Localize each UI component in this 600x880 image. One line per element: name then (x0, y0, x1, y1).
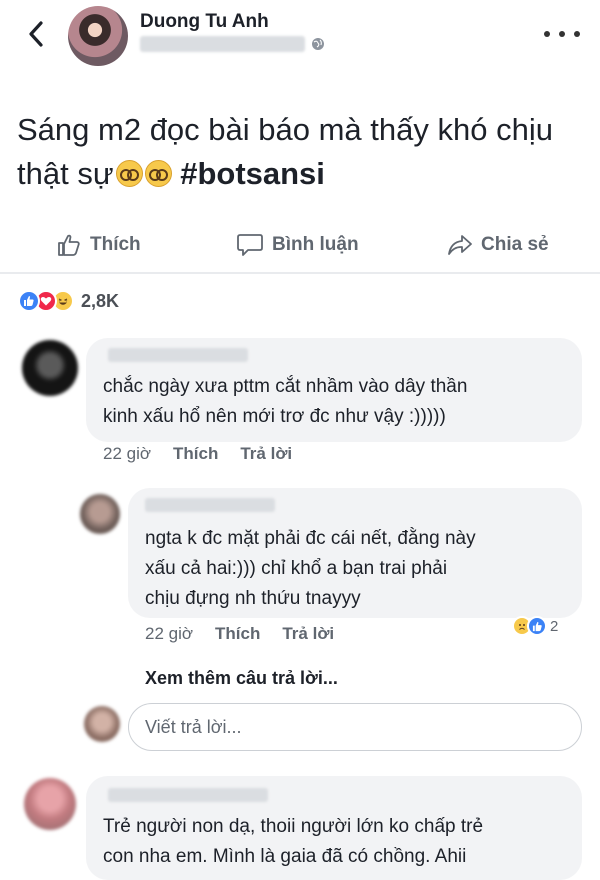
post-action-bar: Thích Bình luận Chia sẻ (0, 226, 600, 270)
more-options-button[interactable] (544, 22, 580, 46)
like-icon (527, 616, 547, 636)
reaction-count: 2,8K (81, 290, 120, 311)
commenter-avatar[interactable] (80, 494, 120, 534)
share-button[interactable]: Chia sẻ (447, 232, 549, 258)
comment-like-button[interactable]: Thích (215, 624, 260, 644)
globe-icon (312, 38, 324, 50)
comment-bubble-icon (237, 234, 263, 256)
post-header: Duong Tu Anh (0, 0, 600, 72)
nerd-face-emoji-icon (144, 160, 172, 187)
section-divider (0, 272, 600, 274)
share-button-label: Chia sẻ (481, 234, 549, 255)
comment-button[interactable]: Bình luận (236, 232, 359, 258)
author-avatar[interactable] (68, 6, 128, 66)
commenter-name-blurred[interactable] (108, 348, 248, 362)
like-icon (18, 290, 40, 312)
like-button-label: Thích (90, 234, 141, 255)
commenter-name-blurred[interactable] (145, 498, 275, 512)
author-name[interactable]: Duong Tu Anh (140, 11, 269, 33)
nerd-face-emoji-icon (115, 160, 143, 187)
comment-like-button[interactable]: Thích (173, 444, 218, 464)
view-more-replies-link[interactable]: Xem thêm câu trả lời... (145, 668, 338, 689)
comment-reaction-count: 2 (550, 617, 559, 635)
back-button[interactable] (20, 18, 52, 50)
comment-reply-button[interactable]: Trả lời (282, 624, 334, 644)
chevron-left-icon (29, 21, 43, 47)
current-user-avatar (84, 706, 120, 742)
share-arrow-icon (448, 235, 472, 255)
comment-button-label: Bình luận (272, 234, 359, 255)
post-timestamp-blurred (140, 36, 305, 52)
comment-time: 22 giờ (145, 624, 194, 643)
comment-text: chắc ngày xưa pttm cắt nhầm vào dây thần… (103, 376, 468, 427)
more-dot-icon (559, 31, 565, 37)
comment-text: Trẻ người non dạ, thoii người lớn ko chấ… (103, 816, 484, 867)
commenter-avatar[interactable] (24, 778, 76, 830)
comment-meta: 22 giờ Thích Trả lời (145, 624, 334, 644)
like-button[interactable]: Thích (56, 232, 141, 258)
more-dot-icon (574, 31, 580, 37)
comment-meta: 22 giờ Thích Trả lời (103, 444, 292, 464)
commenter-name-blurred[interactable] (108, 788, 268, 802)
comment-text: ngta k đc mặt phải đc cái nết, đằng này … (145, 528, 476, 609)
thumbs-up-icon (58, 234, 80, 256)
post-body: Sáng m2 đọc bài báo mà thấy khó chịu thậ… (17, 108, 577, 196)
post-hashtag[interactable]: #botsansi (180, 156, 325, 191)
reply-input[interactable] (128, 703, 582, 751)
reaction-summary[interactable]: 2,8K (18, 290, 119, 312)
comment-reactions[interactable]: 2 (512, 616, 558, 636)
post-meta (140, 36, 325, 52)
comment-reply-button[interactable]: Trả lời (240, 444, 292, 464)
more-dot-icon (544, 31, 550, 37)
commenter-avatar[interactable] (22, 340, 78, 396)
comment-time: 22 giờ (103, 444, 152, 463)
